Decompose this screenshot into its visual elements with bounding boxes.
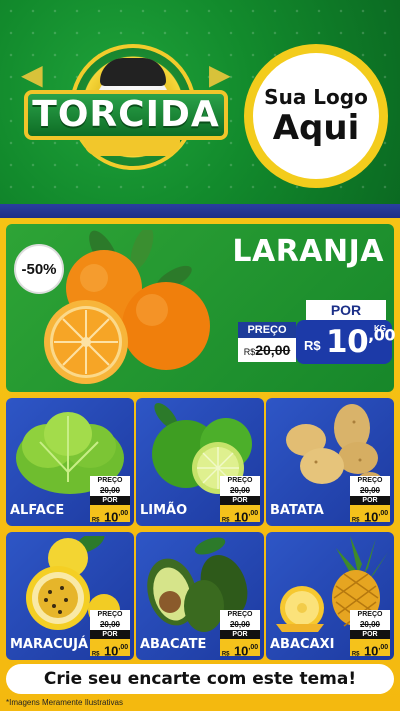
price-int: 10 — [233, 509, 249, 525]
product-card[interactable]: BATATA PREÇO 20,00 POR R$ 10,00 — [266, 398, 394, 526]
product-name: ABACAXI — [270, 637, 335, 652]
logo-ribbon — [84, 140, 180, 156]
price-tag: PREÇO 20,00 POR R$ 10,00 — [90, 610, 130, 659]
ball-pattern — [100, 58, 166, 86]
old-price-currency: R$ — [243, 347, 256, 357]
price-currency: R$ — [91, 651, 100, 658]
brand-word: TORCIDA — [24, 90, 228, 140]
por-label: POR — [90, 496, 130, 505]
por-label: POR — [220, 630, 260, 639]
product-name: ALFACE — [10, 503, 65, 518]
new-price: R$ 10,00 — [90, 505, 130, 525]
price-int: 10 — [103, 509, 119, 525]
new-price: R$ 10,00 — [350, 505, 390, 525]
old-price: 20,00 — [350, 486, 390, 496]
old-price-label: PREÇO — [220, 610, 260, 620]
price-int: 10 — [233, 643, 249, 659]
por-label: POR — [350, 496, 390, 505]
disclaimer-text: *Imagens Meramente Ilustrativas — [6, 698, 123, 707]
new-price: R$ 10,00 — [350, 639, 390, 659]
product-card[interactable]: LIMÃO PREÇO 20,00 POR R$ 10,00 — [136, 398, 264, 526]
price-tag: PREÇO 20,00 POR R$ 10,00 — [220, 610, 260, 659]
old-price: 20,00 — [220, 486, 260, 496]
product-name: ABACATE — [140, 637, 207, 652]
price-currency: R$ — [91, 517, 100, 524]
product-card[interactable]: ALFACE PREÇO 20,00 POR R$ 10,00 — [6, 398, 134, 526]
price-currency: R$ — [221, 517, 230, 524]
old-price-label: PREÇO — [238, 322, 296, 338]
price-int: 10 — [363, 509, 379, 525]
price-int: 10 — [363, 643, 379, 659]
por-label: POR — [220, 496, 260, 505]
price-cents: ,00 — [118, 644, 129, 651]
new-price: R$ 10,00 — [90, 639, 130, 659]
price-currency: R$ — [351, 651, 360, 658]
old-price: 20,00 — [350, 620, 390, 630]
price-cents: ,00 — [248, 644, 259, 651]
price-int: 10 — [103, 643, 119, 659]
old-price-label: PREÇO — [90, 610, 130, 620]
price-int: 10 — [326, 324, 369, 360]
logo-placeholder-line1: Sua Logo — [264, 85, 368, 109]
price-tag: PREÇO 20,00 POR R$ 10,00 — [350, 610, 390, 659]
old-price-label: PREÇO — [350, 610, 390, 620]
new-price: R$ 10,00 KG — [296, 320, 395, 364]
price-currency: R$ — [304, 338, 321, 353]
product-name: LIMÃO — [140, 503, 188, 518]
por-label: POR — [350, 630, 390, 639]
featured-name: LARANJA — [232, 234, 384, 269]
old-price-label: PREÇO — [90, 476, 130, 486]
old-price-label: PREÇO — [220, 476, 260, 486]
old-price-label: PREÇO — [350, 476, 390, 486]
old-price: 20,00 — [90, 620, 130, 630]
product-card[interactable]: MARACUJÁ PREÇO 20,00 POR R$ 10,00 — [6, 532, 134, 660]
price-cents: ,00 — [378, 510, 389, 517]
product-name: MARACUJÁ — [10, 637, 89, 652]
featured-product[interactable]: -50% LARANJA PREÇO R$20,00 POR R$ 10,00 … — [6, 224, 395, 392]
create-flyer-button[interactable]: Crie seu encarte com este tema! — [6, 664, 394, 694]
new-price: R$ 10,00 — [220, 505, 260, 525]
price-cents: ,00 — [378, 644, 389, 651]
price-currency: R$ — [351, 517, 360, 524]
product-name: BATATA — [270, 503, 324, 518]
old-price-value: 20,00 — [255, 342, 291, 358]
product-card[interactable]: ABACAXI PREÇO 20,00 POR R$ 10,00 — [266, 532, 394, 660]
torcida-logo: ◄ ► TORCIDA — [14, 40, 238, 180]
product-card[interactable]: ABACATE PREÇO 20,00 POR R$ 10,00 — [136, 532, 264, 660]
logo-placeholder-line2: Aqui — [272, 108, 360, 148]
price-tag: PREÇO 20,00 POR R$ 10,00 — [220, 476, 260, 525]
logo-placeholder[interactable]: Sua Logo Aqui — [244, 44, 388, 188]
price-cents: ,00 — [118, 510, 129, 517]
old-price: R$20,00 — [238, 338, 296, 362]
por-label: POR — [306, 300, 386, 320]
price-unit: KG — [374, 324, 386, 333]
price-currency: R$ — [221, 651, 230, 658]
price-tag: PREÇO 20,00 POR R$ 10,00 — [90, 476, 130, 525]
old-price: 20,00 — [90, 486, 130, 496]
header-divider — [0, 204, 400, 218]
price-tag: PREÇO 20,00 POR R$ 10,00 — [350, 476, 390, 525]
product-grid: ALFACE PREÇO 20,00 POR R$ 10,00 LIMÃO PR… — [0, 398, 400, 662]
header-banner: ◄ ► TORCIDA Sua Logo Aqui — [0, 0, 400, 204]
old-price: 20,00 — [220, 620, 260, 630]
por-label: POR — [90, 630, 130, 639]
price-cents: ,00 — [248, 510, 259, 517]
new-price: R$ 10,00 — [220, 639, 260, 659]
orange-illustration — [44, 230, 210, 384]
